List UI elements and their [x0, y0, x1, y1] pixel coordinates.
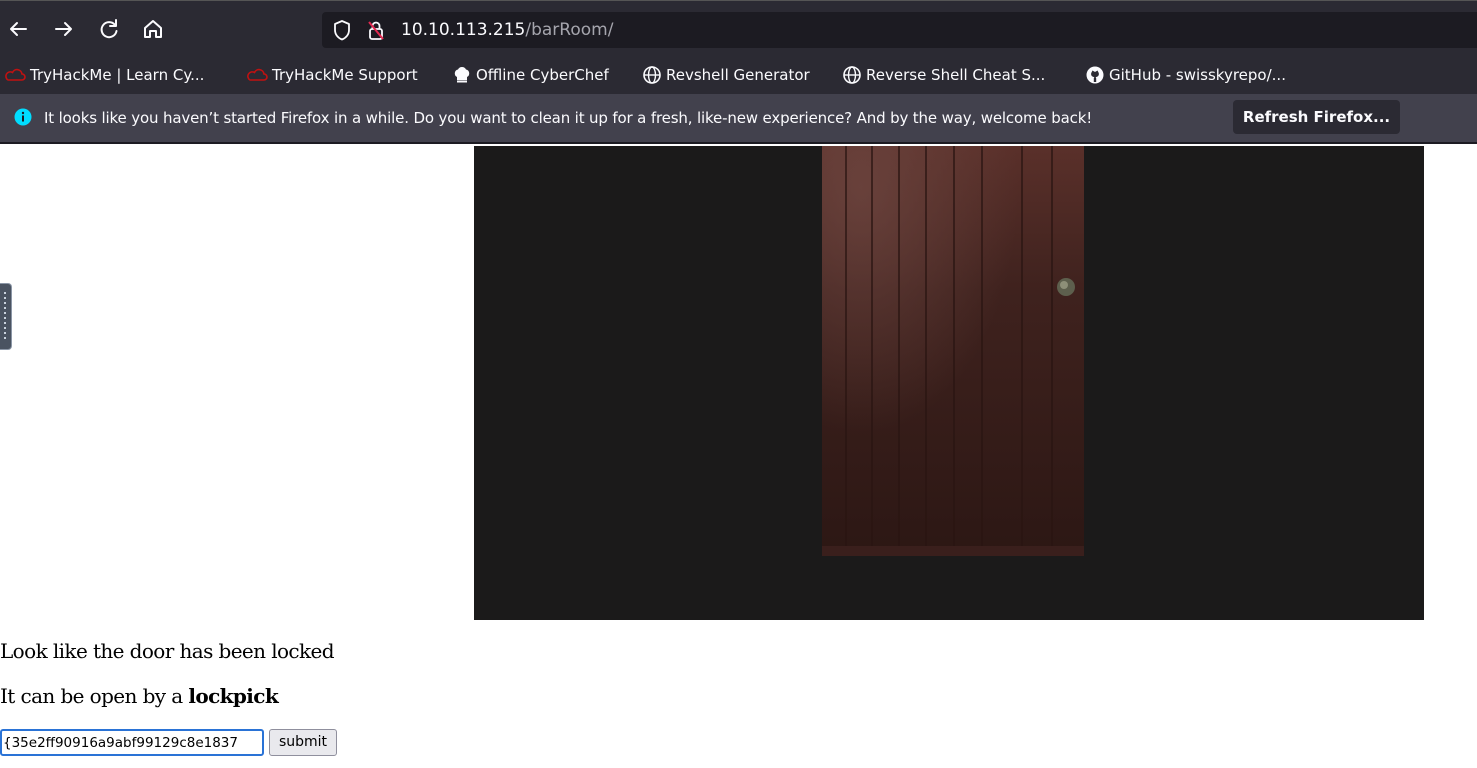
tryhackme-icon [5, 68, 26, 81]
lockpick-keyword: lockpick [188, 684, 279, 708]
bookmark-revshell-generator[interactable]: Revshell Generator [642, 64, 810, 86]
notification-message: It looks like you haven’t started Firefo… [44, 109, 1093, 127]
url-bar[interactable]: 10.10.113.215/barRoom/ [322, 12, 1477, 48]
bookmark-label: Revshell Generator [666, 66, 810, 84]
forward-arrow-icon[interactable] [48, 13, 80, 45]
bookmark-label: TryHackMe Support [272, 66, 418, 84]
sidebar-grip-handle[interactable] [0, 283, 12, 350]
browser-toolbar: 10.10.113.215/barRoom/ [0, 0, 1477, 57]
locked-door-message: Look like the door has been locked [0, 639, 335, 663]
refresh-firefox-button[interactable]: Refresh Firefox... [1233, 100, 1400, 134]
door-image [474, 146, 1424, 620]
lockpick-hint-prefix: It can be open by a [0, 684, 189, 708]
home-icon[interactable] [137, 13, 169, 45]
bookmark-label: Offline CyberChef [476, 66, 609, 84]
submit-button[interactable]: submit [269, 729, 337, 756]
globe-icon [843, 66, 861, 84]
reload-icon[interactable] [93, 13, 125, 45]
bookmark-label: Reverse Shell Cheat S... [866, 66, 1046, 84]
github-icon [1086, 66, 1104, 84]
bookmark-tryhackme-learn[interactable]: TryHackMe | Learn Cy... [4, 64, 204, 86]
back-arrow-icon[interactable] [2, 13, 34, 45]
bookmark-reverse-shell-cheat[interactable]: Reverse Shell Cheat S... [842, 64, 1045, 86]
url-path: /barRoom/ [525, 20, 614, 40]
globe-icon [643, 66, 661, 84]
url-host: 10.10.113.215 [401, 20, 526, 40]
bookmark-label: TryHackMe | Learn Cy... [30, 66, 205, 84]
bookmark-tryhackme-support[interactable]: TryHackMe Support [246, 64, 418, 86]
bookmark-label: GitHub - swisskyrepo/... [1109, 66, 1286, 84]
answer-input[interactable] [0, 729, 264, 756]
bookmark-cyberchef[interactable]: Offline CyberChef [452, 64, 609, 86]
url-text[interactable]: 10.10.113.215/barRoom/ [401, 19, 613, 41]
bookmarks-toolbar: TryHackMe | Learn Cy... TryHackMe Suppor… [0, 57, 1477, 94]
notification-bar: It looks like you haven’t started Firefo… [0, 94, 1477, 144]
bookmark-github-swisskyrepo[interactable]: GitHub - swisskyrepo/... [1085, 64, 1286, 86]
lockpick-hint: It can be open by a lockpick [0, 684, 279, 708]
chef-hat-icon [454, 67, 470, 83]
insecure-lock-icon[interactable] [366, 19, 386, 41]
tryhackme-icon [247, 68, 268, 81]
shield-icon[interactable] [332, 19, 352, 41]
info-icon [14, 108, 32, 126]
